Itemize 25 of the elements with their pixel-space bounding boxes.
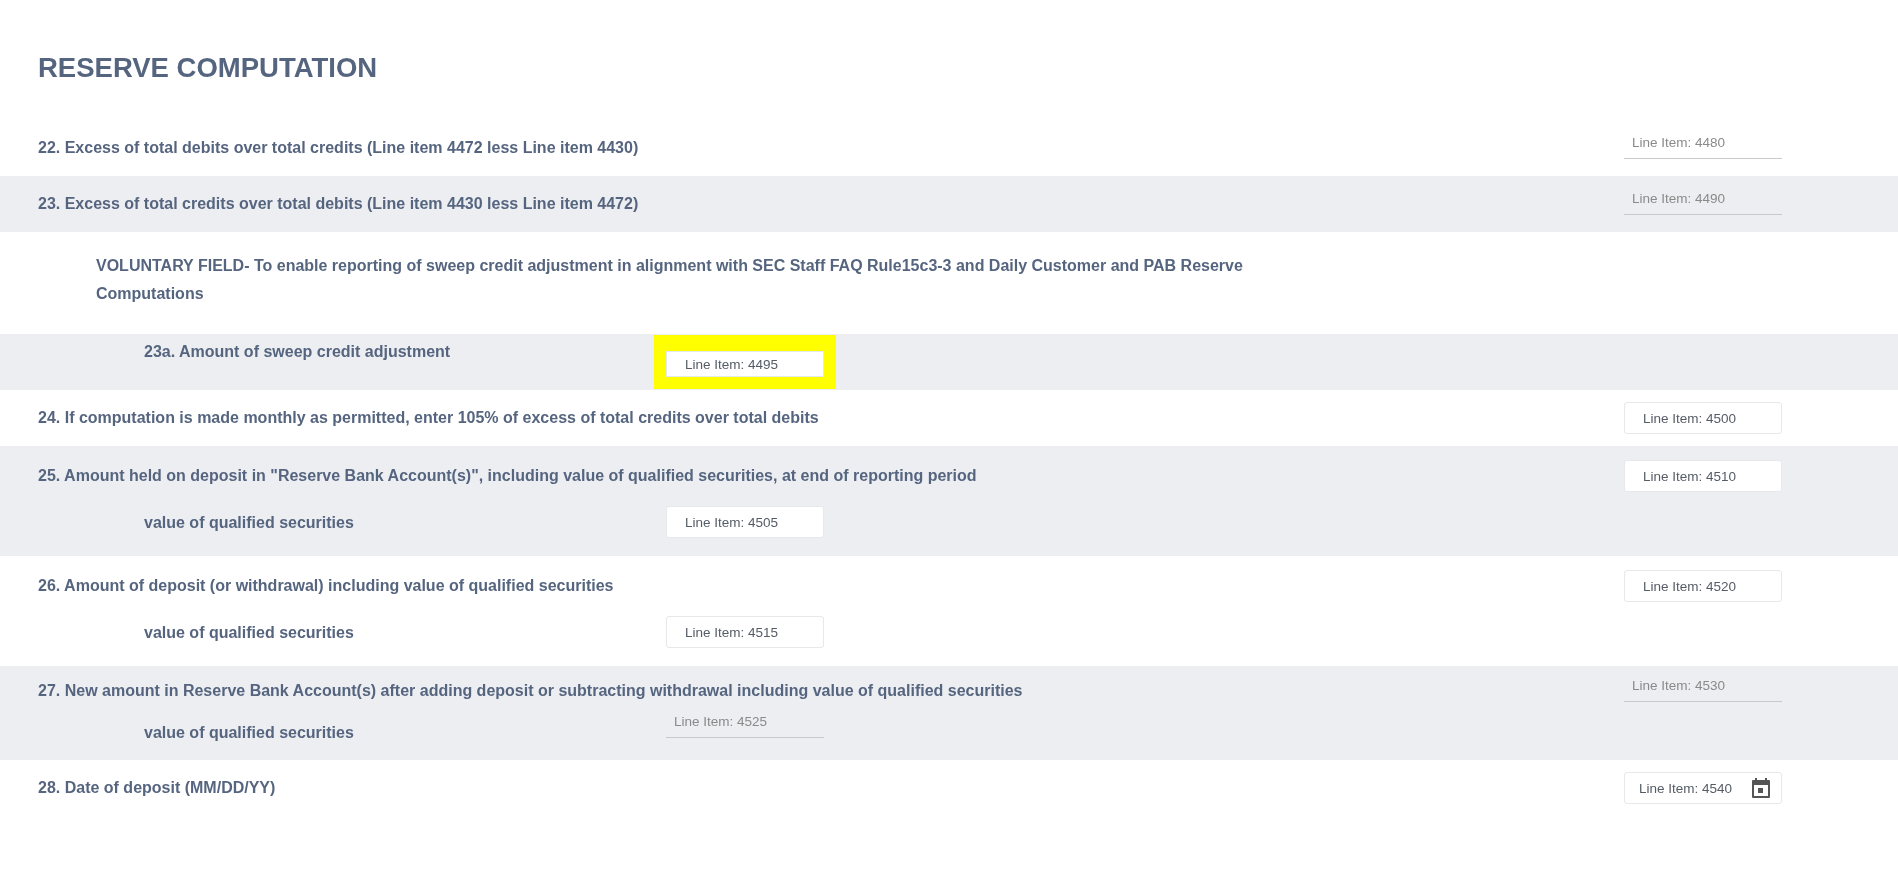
- item-label: 26. Amount of deposit (or withdrawal) including value of qualified securities: [38, 577, 614, 595]
- item-label: 23a. Amount of sweep credit adjustment: [143, 342, 452, 361]
- item-label: 28. Date of deposit (MM/DD/YY): [38, 779, 276, 797]
- input-field[interactable]: Line Item: 4505: [666, 506, 824, 538]
- input-field[interactable]: Line Item: 4510: [1624, 460, 1782, 492]
- input-field[interactable]: Line Item: 4490: [1624, 183, 1782, 215]
- input-field[interactable]: Line Item: 4520: [1624, 570, 1782, 602]
- item-label: 27. New amount in Reserve Bank Account(s) after adding deposit or subtracting withdrawal including value of qualified securities: [38, 682, 1023, 700]
- item-label: value of qualified securities: [143, 623, 355, 642]
- input-field[interactable]: Line Item: 4500: [1624, 402, 1782, 434]
- calendar-icon[interactable]: [1752, 778, 1770, 798]
- input-field[interactable]: Line Item: 4530: [1624, 670, 1782, 702]
- input-field[interactable]: Line Item: 4525: [666, 706, 824, 738]
- item-label: value of qualified securities: [143, 723, 355, 742]
- item-label: 23. Excess of total credits over total debits (Line item 4430 less Line item 4472): [38, 195, 639, 213]
- item-label: 25. Amount held on deposit in "Reserve Bank Account(s)", including value of qualified securities, at end of reporting period: [38, 467, 977, 485]
- section-heading: RESERVE COMPUTATION: [38, 52, 379, 84]
- date-field[interactable]: Line Item: 4540: [1624, 772, 1782, 804]
- item-label: 22. Excess of total debits over total credits (Line item 4472 less Line item 4430): [38, 139, 639, 157]
- item-label: 24. If computation is made monthly as permitted, enter 105% of excess of total credits over total debits: [38, 409, 819, 427]
- item-label: value of qualified securities: [143, 513, 355, 532]
- input-field[interactable]: Line Item: 4480: [1624, 127, 1782, 159]
- input-field[interactable]: Line Item: 4495: [666, 351, 824, 377]
- input-field[interactable]: Line Item: 4515: [666, 616, 824, 648]
- note-text: VOLUNTARY FIELD- To enable reporting of sweep credit adjustment in alignment with SEC Staff FAQ Rule15c3-3 and Daily Customer and PAB Reserve Computations: [95, 256, 1244, 304]
